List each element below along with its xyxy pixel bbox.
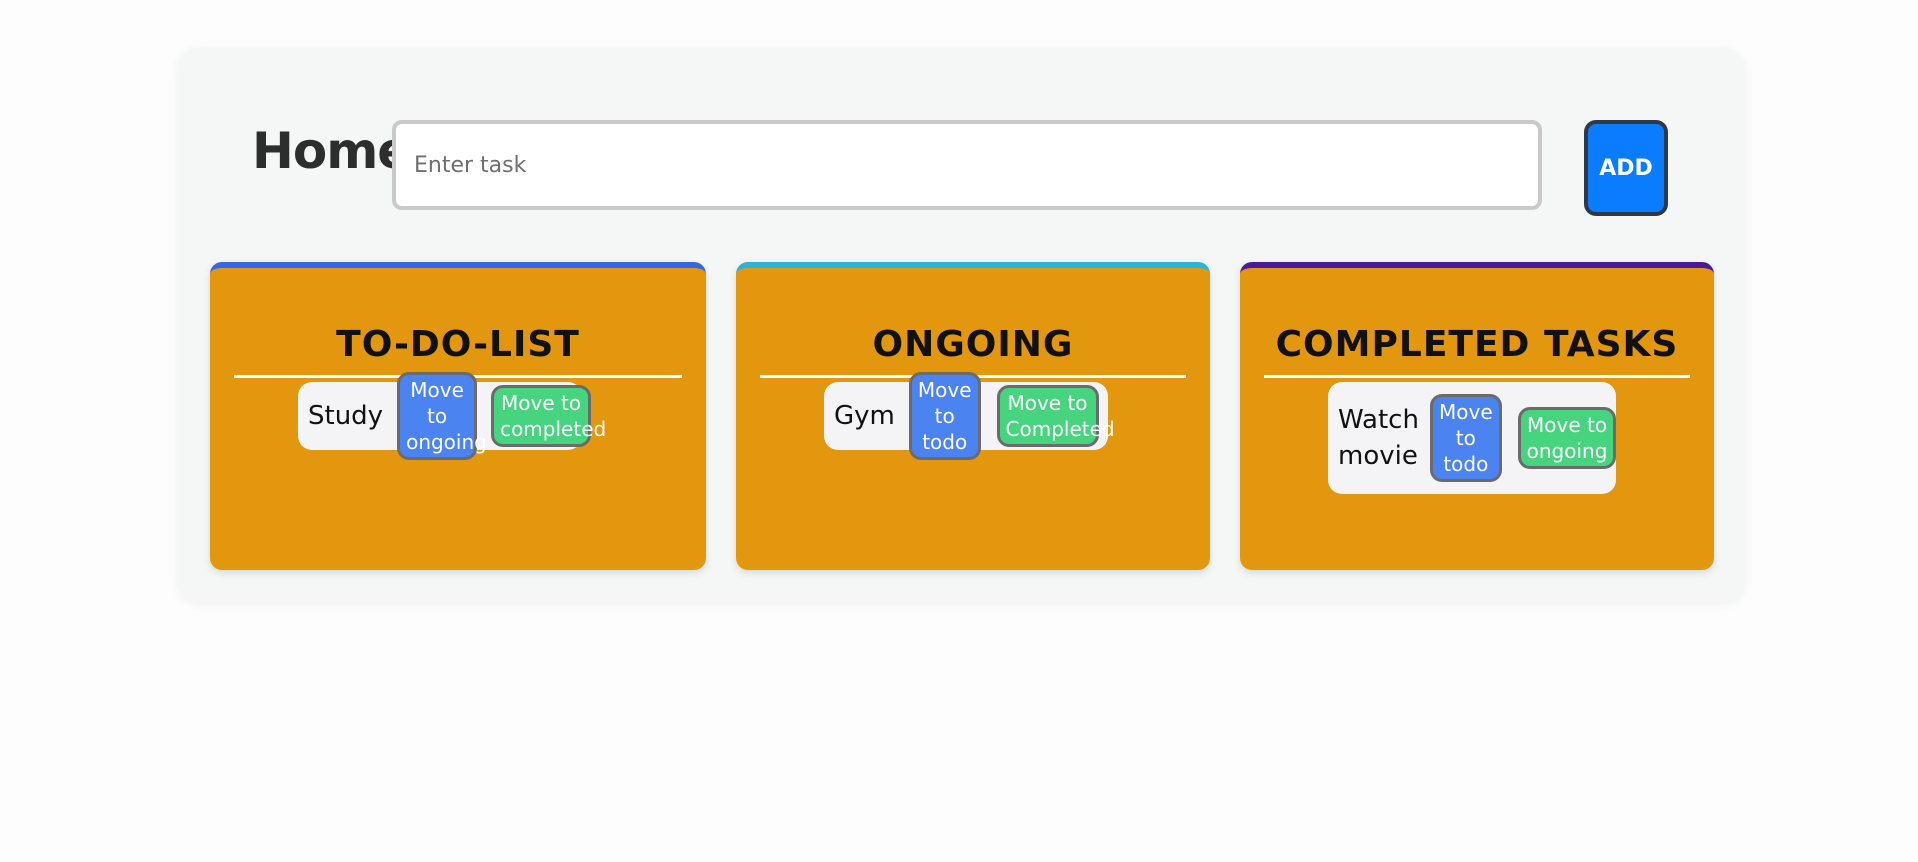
add-button[interactable]: ADD <box>1584 120 1668 216</box>
column-title: TO-DO-LIST <box>234 324 682 378</box>
page-title: Home <box>252 122 411 180</box>
app-container: Home ADD TO-DO-LIST Study Move to ongoin… <box>178 48 1744 602</box>
column-todo: TO-DO-LIST Study Move to ongoing Move to… <box>210 262 706 570</box>
task-card: Gym Move to todo Move to Completed <box>824 372 1115 460</box>
task-input[interactable] <box>392 120 1542 210</box>
task-card: Watch movie Move to todo Move to ongoing <box>1328 382 1617 494</box>
move-to-completed-button[interactable]: Move to Completed <box>996 385 1115 447</box>
task-name: Gym <box>834 401 895 431</box>
column-title: ONGOING <box>760 324 1186 378</box>
move-to-completed-button[interactable]: Move to completed <box>491 385 606 447</box>
move-to-todo-button[interactable]: Move to todo <box>1430 394 1502 482</box>
move-to-ongoing-button[interactable]: Move to ongoing <box>397 372 487 460</box>
column-completed: COMPLETED TASKS Watch movie Move to todo… <box>1240 262 1714 570</box>
task-card: Study Move to ongoing Move to completed <box>298 372 606 460</box>
move-to-ongoing-button[interactable]: Move to ongoing <box>1517 407 1617 469</box>
move-to-todo-button[interactable]: Move to todo <box>908 372 981 460</box>
column-title: COMPLETED TASKS <box>1264 324 1690 378</box>
column-ongoing: ONGOING Gym Move to todo Move to Complet… <box>736 262 1210 570</box>
task-name: Watch movie <box>1338 405 1419 471</box>
task-name: Study <box>308 401 384 431</box>
